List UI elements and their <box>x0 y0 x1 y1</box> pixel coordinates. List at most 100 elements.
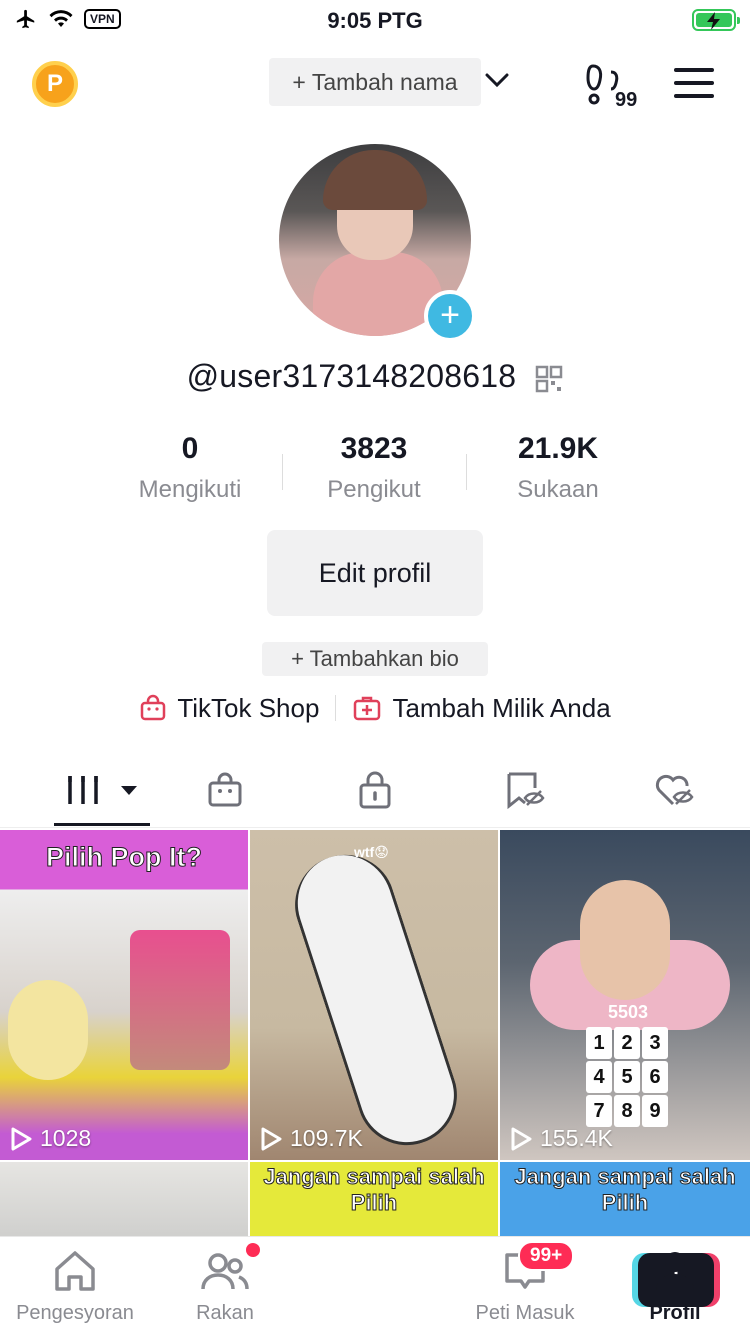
shopping-bag-icon <box>141 694 166 721</box>
stat-value: 3823 <box>340 432 408 465</box>
shop-bag-icon <box>208 772 242 807</box>
lock-icon <box>359 771 391 809</box>
stat-followers[interactable]: 3823 Pengikut <box>282 432 466 512</box>
chevron-down-icon[interactable] <box>484 70 510 90</box>
view-count: 109.7K <box>260 1125 363 1152</box>
video-thumbnail-art <box>580 880 670 1000</box>
nav-inbox[interactable]: 99+ Peti Masuk <box>450 1237 600 1334</box>
menu-button[interactable] <box>674 68 714 107</box>
footprints-button[interactable]: 99 <box>585 62 645 113</box>
profile-top-bar: P + Tambah nama 99 <box>0 58 750 113</box>
stat-following[interactable]: 0 Mengikuti <box>98 432 282 512</box>
status-bar: VPN 9:05 PTG <box>0 0 750 40</box>
username: @user3173148208618 <box>186 358 517 394</box>
nav-label: Rakan <box>196 1302 254 1324</box>
profile-tabs <box>0 760 750 828</box>
add-avatar-button[interactable]: + <box>424 290 476 342</box>
qr-code-icon[interactable] <box>535 365 563 393</box>
caret-down-icon <box>121 786 137 795</box>
numpad-keys: 1 2 3 4 5 6 7 8 9 <box>586 1027 670 1127</box>
add-own-label: Tambah Milik Anda <box>392 692 611 723</box>
numpad-key: 9 <box>642 1095 668 1127</box>
video-caption: wtf😟 <box>354 844 389 860</box>
profile-links: TikTok Shop Tambah Milik Anda <box>0 690 750 726</box>
numpad-key: 2 <box>614 1027 640 1059</box>
numpad-key: 1 <box>586 1027 612 1059</box>
view-count-value: 1028 <box>40 1125 92 1151</box>
video-grid-icon <box>68 776 98 804</box>
profile-icon <box>656 1252 694 1291</box>
video-tile[interactable] <box>0 1162 248 1238</box>
view-count-value: 155.4K <box>540 1125 613 1151</box>
numpad-key: 7 <box>586 1095 612 1127</box>
bookmark-hidden-icon <box>507 772 545 809</box>
add-bio-button[interactable]: + Tambahkan bio <box>262 642 488 676</box>
video-tile[interactable]: wtf😟 109.7K <box>250 830 498 1160</box>
play-icon <box>511 1127 532 1150</box>
video-caption: Jangan sampai salah Pilih <box>263 1164 485 1216</box>
heart-hidden-icon <box>655 774 694 806</box>
numpad-key: 8 <box>614 1095 640 1127</box>
nav-label: Profil <box>649 1302 701 1324</box>
username-row: @user3173148208618 <box>0 358 750 395</box>
video-tile[interactable]: Jangan sampai salah Pilih <box>500 1162 750 1238</box>
video-tile[interactable]: Jangan sampai salah Pilih <box>250 1162 498 1238</box>
inbox-badge: 99+ <box>518 1241 575 1271</box>
bottom-nav: Pengesyoran Rakan + 99+ Peti Masuk Profi… <box>0 1236 750 1334</box>
nav-create[interactable]: + <box>300 1237 714 1334</box>
nav-home[interactable]: Pengesyoran <box>0 1237 150 1334</box>
stat-value: 0 <box>181 432 199 465</box>
tiktok-shop-link[interactable]: TikTok Shop <box>139 693 319 724</box>
stat-label: Pengikut <box>327 476 421 503</box>
video-tile[interactable]: Pilih Pop It? 1028 <box>0 830 248 1160</box>
tab-liked[interactable] <box>600 760 750 820</box>
tiktok-shop-label: TikTok Shop <box>177 692 320 723</box>
menu-icon-line <box>674 94 714 98</box>
add-briefcase-icon <box>354 696 381 721</box>
stat-value: 21.9K <box>517 432 599 465</box>
stat-likes[interactable]: 21.9K Sukaan <box>466 432 650 512</box>
add-name-button[interactable]: + Tambah nama <box>269 58 481 106</box>
video-thumbnail-art <box>8 980 88 1080</box>
menu-icon-line <box>674 68 714 72</box>
numpad-overlay: 5503 1 2 3 4 5 6 7 8 9 <box>586 1002 670 1127</box>
nav-friends[interactable]: Rakan <box>150 1237 300 1334</box>
home-icon <box>55 1251 95 1291</box>
nav-profile[interactable]: Profil <box>600 1237 750 1334</box>
profile-stats: 0 Mengikuti 3823 Pengikut 21.9K Sukaan <box>98 432 652 512</box>
play-icon <box>261 1127 282 1150</box>
numpad-key: 3 <box>642 1027 668 1059</box>
video-grid: Pilih Pop It? 1028 wtf😟 109.7K 5503 1 2 … <box>0 830 750 1238</box>
tab-videos[interactable] <box>0 760 150 826</box>
numpad-key: 6 <box>642 1061 668 1093</box>
view-count-value: 109.7K <box>290 1125 363 1151</box>
view-count: 155.4K <box>510 1125 613 1152</box>
stat-label: Sukaan <box>517 476 599 503</box>
view-count: 1028 <box>10 1125 91 1152</box>
video-caption: Jangan sampai salah Pilih <box>514 1164 736 1216</box>
links-divider <box>335 695 337 721</box>
edit-profile-button[interactable]: Edit profil <box>267 530 483 616</box>
tab-shop[interactable] <box>150 760 300 820</box>
nav-label: Peti Masuk <box>475 1302 575 1324</box>
numpad-key: 4 <box>586 1061 612 1093</box>
battery-icon <box>692 9 740 31</box>
add-own-link[interactable]: Tambah Milik Anda <box>352 692 611 724</box>
tab-private[interactable] <box>300 760 450 820</box>
notification-dot <box>246 1243 260 1257</box>
numpad-key: 5 <box>614 1061 640 1093</box>
video-thumbnail-art <box>282 841 470 1159</box>
video-thumbnail-art <box>130 930 230 1070</box>
video-caption: 5503 <box>607 1002 649 1022</box>
play-icon <box>11 1127 32 1150</box>
friends-icon <box>201 1253 249 1290</box>
menu-icon-line <box>674 81 714 85</box>
coin-icon[interactable]: P <box>32 61 78 107</box>
footprints-icon: 99 <box>586 64 637 111</box>
status-time: 9:05 PTG <box>327 8 423 33</box>
video-tile[interactable]: 5503 1 2 3 4 5 6 7 8 9 155.4K <box>500 830 750 1160</box>
stat-label: Mengikuti <box>138 476 242 503</box>
tab-saved[interactable] <box>450 760 600 820</box>
video-caption: Pilih Pop It? <box>46 842 203 873</box>
steps-badge: 99 <box>615 89 637 108</box>
